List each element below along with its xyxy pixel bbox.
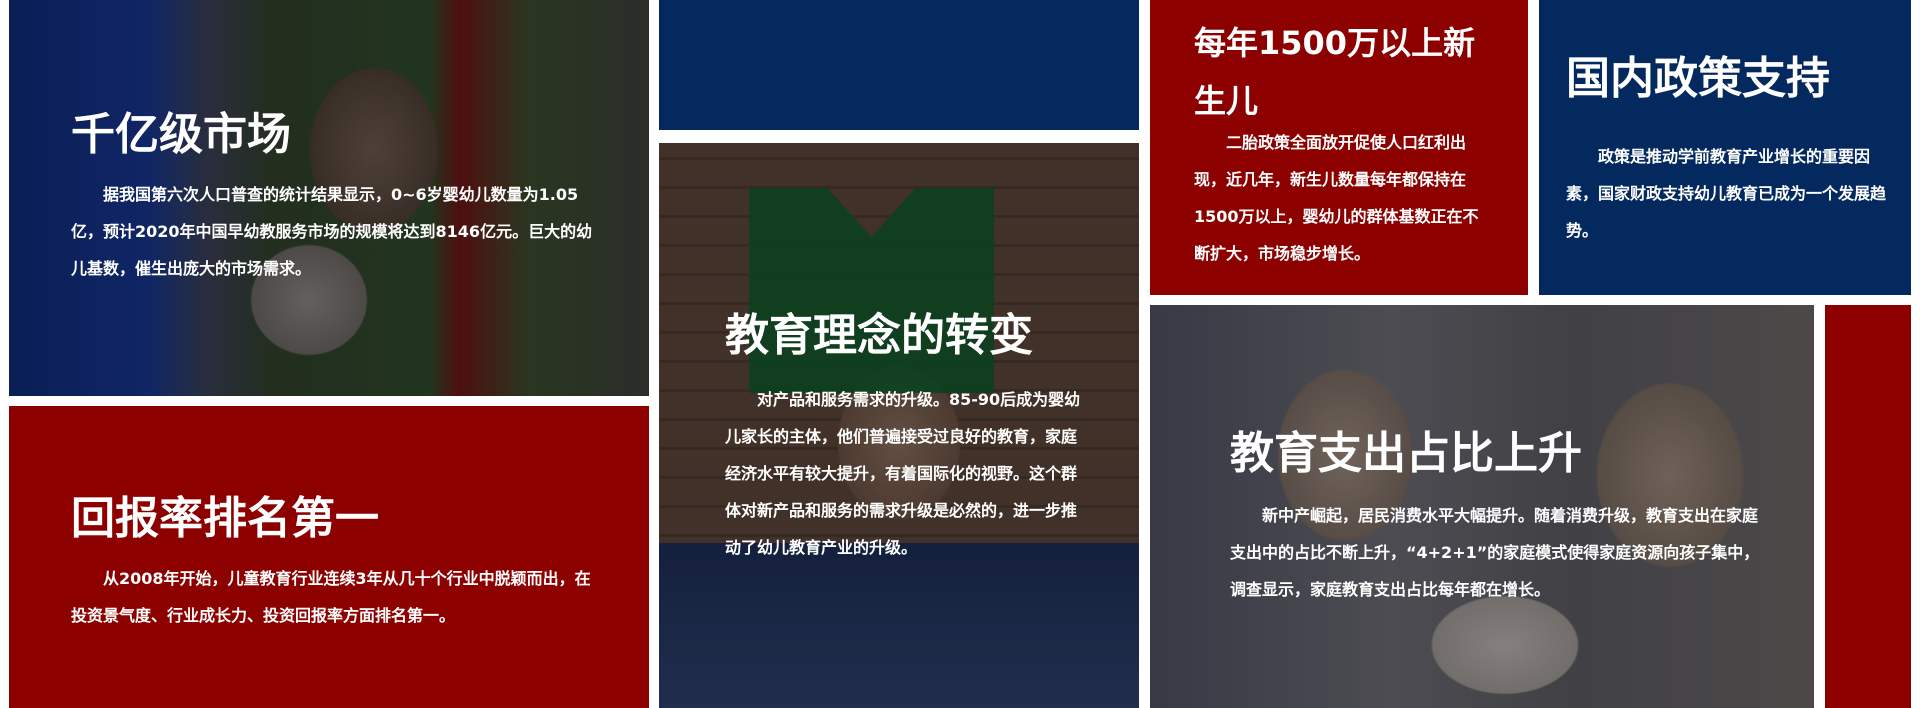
tile-concept-text: 对产品和服务需求的升级。85-90后成为婴幼儿家长的主体，他们普遍接受过良好的教… <box>725 390 1081 557</box>
tile-concept: 教育理念的转变 对产品和服务需求的升级。85-90后成为婴幼儿家长的主体，他们普… <box>659 143 1139 708</box>
tile-spending: 教育支出占比上升 新中产崛起，居民消费水平大幅提升。随着消费升级，教育支出在家庭… <box>1150 305 1814 708</box>
tile-market-title: 千亿级市场 <box>71 109 291 160</box>
tile-navy-block <box>659 0 1139 130</box>
tile-births-title: 每年1500万以上新生儿 <box>1194 24 1476 120</box>
tile-births: 每年1500万以上新生儿 二胎政策全面放开促使人口红利出现，近几年，新生儿数量每… <box>1150 0 1528 295</box>
tile-policy: 国内政策支持 政策是推动学前教育产业增长的重要因素，国家财政支持幼儿教育已成为一… <box>1539 0 1911 295</box>
tile-policy-title: 国内政策支持 <box>1566 53 1830 104</box>
tile-red-strip <box>1825 305 1911 708</box>
tile-concept-title: 教育理念的转变 <box>725 310 1033 361</box>
tile-market: 千亿级市场 据我国第六次人口普查的统计结果显示，0~6岁婴幼儿数量为1.05亿，… <box>9 0 649 396</box>
tile-return-text: 从2008年开始，儿童教育行业连续3年从几十个行业中脱颖而出，在投资景气度、行业… <box>71 569 591 625</box>
tile-market-text: 据我国第六次人口普查的统计结果显示，0~6岁婴幼儿数量为1.05亿，预计2020… <box>71 185 593 278</box>
tile-return: 回报率排名第一 从2008年开始，儿童教育行业连续3年从几十个行业中脱颖而出，在… <box>9 406 649 708</box>
tile-spending-title: 教育支出占比上升 <box>1230 428 1582 479</box>
tile-spending-text: 新中产崛起，居民消费水平大幅提升。随着消费升级，教育支出在家庭支出中的占比不断上… <box>1230 506 1760 599</box>
tile-return-title: 回报率排名第一 <box>71 493 379 544</box>
tile-births-text: 二胎政策全面放开促使人口红利出现，近几年，新生儿数量每年都保持在1500万以上，… <box>1194 133 1479 263</box>
tile-policy-text: 政策是推动学前教育产业增长的重要因素，国家财政支持幼儿教育已成为一个发展趋势。 <box>1566 147 1887 240</box>
